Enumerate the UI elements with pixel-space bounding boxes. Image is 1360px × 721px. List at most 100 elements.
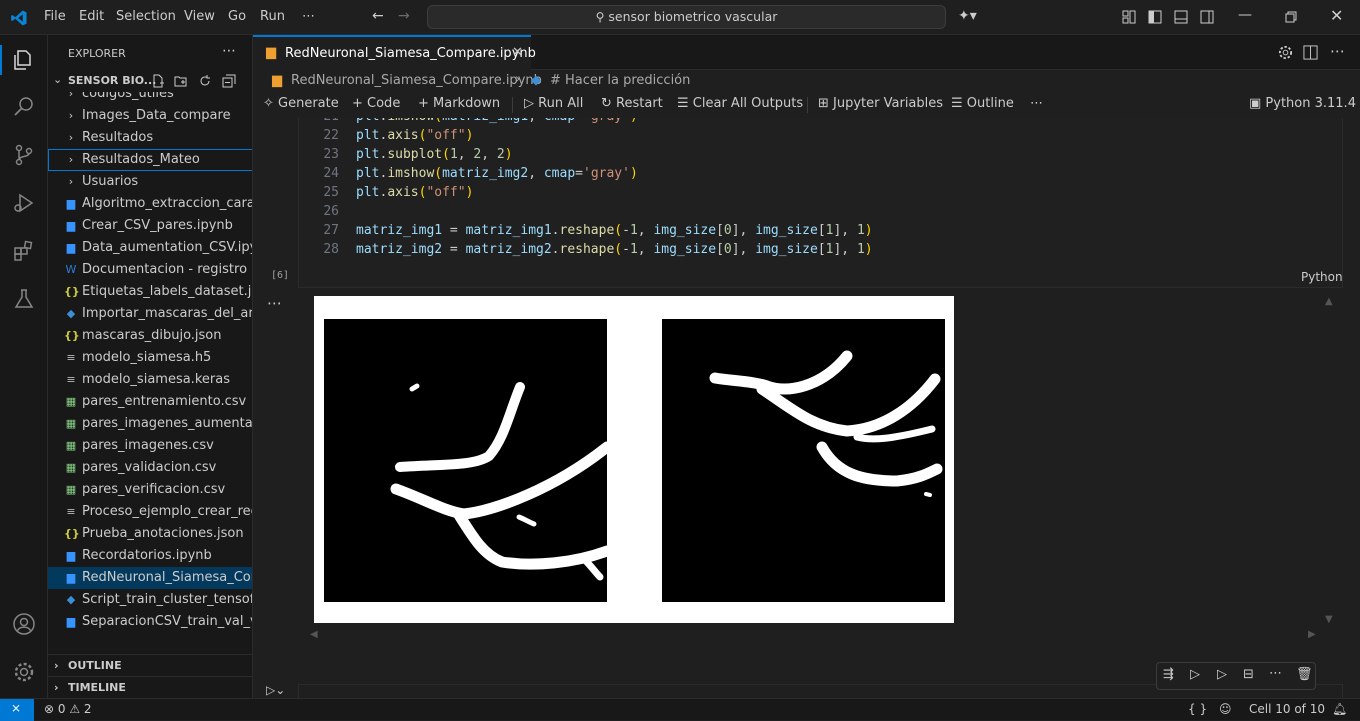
breadcrumb-section[interactable]: # Hacer la predicción (550, 73, 690, 88)
more-actions-icon[interactable]: ⋯ (222, 43, 236, 59)
tree-file[interactable]: ▆ Recordatorios.ipynb (48, 545, 252, 567)
copilot-status-icon[interactable]: ☺ (1219, 702, 1232, 716)
tree-folder-resultados-mateo[interactable]: › Resultados_Mateo (48, 149, 252, 171)
generate-button[interactable]: ✧ Generate (263, 96, 339, 111)
editor-more-icon[interactable]: ⋯ (1330, 42, 1345, 60)
delete-cell-icon[interactable]: 🗑 (1296, 667, 1313, 682)
close-window-icon[interactable]: ✕ (1330, 6, 1343, 25)
new-folder-icon[interactable] (174, 74, 188, 88)
toggle-panel-icon[interactable] (1174, 10, 1188, 24)
tree-file[interactable]: ≡ modelo_siamesa.h5 (48, 347, 252, 369)
tree-folder-resultados[interactable]: › Resultados (48, 127, 252, 149)
source-control-icon[interactable] (12, 143, 36, 167)
menu-selection[interactable]: Selection (116, 9, 176, 24)
close-tab-icon[interactable]: ✕ (512, 45, 523, 60)
notifications-bell-icon[interactable]: 🔔︎ (1332, 702, 1347, 716)
tree-file[interactable]: ≡ Proceso_ejemplo_crear_red... (48, 501, 252, 523)
extensions-icon[interactable] (12, 239, 36, 263)
kernel-picker[interactable]: ▣ Python 3.11.4 (1249, 96, 1356, 111)
tree-file[interactable]: ▦ pares_verificacion.csv (48, 479, 252, 501)
scroll-down-icon[interactable]: ▼ (1325, 614, 1333, 625)
minimize-icon[interactable]: — (1238, 7, 1252, 23)
tree-file[interactable]: ≡ modelo_siamesa.keras (48, 369, 252, 391)
remote-indicator[interactable]: ⨯ (0, 699, 34, 721)
menu-view[interactable]: View (184, 9, 215, 24)
tree-file[interactable]: ▆Algoritmo_extraccion_carac... (48, 193, 252, 215)
breadcrumb-file[interactable]: RedNeuronal_Siamesa_Compare.ipynb (291, 73, 542, 88)
tree-file[interactable]: ▆Data_aumentation_CSV.ipynb (48, 237, 252, 259)
toolbar-more-icon[interactable]: ⋯ (1030, 96, 1043, 111)
tree-file[interactable]: ▆ Crear_CSV_pares.ipynb (48, 215, 252, 237)
search-activity-icon[interactable] (12, 95, 36, 119)
forward-arrow-icon[interactable]: → (398, 8, 410, 24)
menu-file[interactable]: File (44, 9, 66, 24)
tree-file[interactable]: ◆Script_train_cluster_tensoflo... (48, 589, 252, 611)
split-editor-icon[interactable] (1303, 45, 1318, 60)
tree-file[interactable]: {} mascaras_dibujo.json (48, 325, 252, 347)
language-braces[interactable]: { } (1188, 702, 1207, 716)
tree-folder-codigos-utiles[interactable]: › codigos_utiles (48, 92, 252, 105)
tree-file[interactable]: ◆Importar_mascaras_del_arc... (48, 303, 252, 325)
scroll-left-icon[interactable]: ◀ (310, 629, 318, 640)
notebook-settings-gear-icon[interactable] (1278, 45, 1293, 60)
restore-icon[interactable] (1285, 11, 1297, 23)
testing-flask-icon[interactable] (12, 287, 36, 311)
toggle-secondary-sidebar-icon[interactable] (1200, 10, 1214, 24)
outline-section-header[interactable]: › OUTLINE (48, 654, 252, 676)
add-code-cell-button[interactable]: + Code (352, 96, 400, 111)
menu-go[interactable]: Go (228, 9, 246, 24)
back-arrow-icon[interactable]: ← (372, 8, 384, 24)
execute-above-icon[interactable]: ▷ (1190, 667, 1200, 682)
tree-file[interactable]: ▦pares_imagenes_aumentad... (48, 413, 252, 435)
tree-file[interactable]: ▦ pares_entrenamiento.csv (48, 391, 252, 413)
explorer-icon[interactable] (12, 48, 36, 72)
outline-button[interactable]: ☰ Outline (951, 96, 1014, 111)
tree-folder-images-data-compare[interactable]: › Images_Data_compare (48, 105, 252, 127)
jupyter-variables-button[interactable]: ⊞ Jupyter Variables (818, 96, 943, 111)
tree-file[interactable]: ▆SeparacionCSV_train_val_ve... (48, 611, 252, 633)
collapse-all-icon[interactable] (222, 74, 236, 88)
tree-file[interactable]: {} Prueba_anotaciones.json (48, 523, 252, 545)
code-cell[interactable]: 21plt.imshow(matriz_img1, cmap='gray') 2… (298, 118, 1343, 288)
restart-button[interactable]: ↻ Restart (601, 96, 663, 111)
active-indicator (0, 45, 2, 75)
new-file-icon[interactable] (151, 74, 165, 88)
refresh-icon[interactable] (198, 74, 212, 88)
output-more-icon[interactable]: ⋯ (267, 294, 282, 312)
command-center-search[interactable]: ⚲ sensor biometrico vascular (427, 5, 946, 29)
cell-position[interactable]: Cell 10 of 10 (1249, 702, 1325, 716)
json-file-icon: {} (64, 329, 80, 342)
menu-run[interactable]: Run (260, 9, 285, 24)
tree-folder-usuarios[interactable]: › Usuarios (48, 171, 252, 193)
cell-more-icon[interactable]: ⋯ (1269, 666, 1282, 681)
menu-edit[interactable]: Edit (79, 9, 104, 24)
scroll-up-icon[interactable]: ▲ (1325, 296, 1333, 307)
tree-file[interactable]: {}Etiquetas_labels_dataset.json (48, 281, 252, 303)
add-markdown-cell-button[interactable]: + Markdown (418, 96, 500, 111)
sparkle-icon: ✧ (263, 96, 279, 111)
settings-gear-icon[interactable] (12, 660, 36, 684)
problems-indicator[interactable]: ⊗ 0 ⚠ 2 (44, 702, 92, 716)
accounts-icon[interactable] (12, 612, 36, 636)
clear-outputs-button[interactable]: ☰ Clear All Outputs (677, 96, 803, 111)
run-by-line-icon[interactable]: ⇶ (1163, 667, 1174, 682)
run-all-button[interactable]: ▷ Run All (524, 96, 583, 111)
tree-file[interactable]: ▦ pares_imagenes.csv (48, 435, 252, 457)
execute-below-icon[interactable]: ▷ (1217, 667, 1227, 682)
workspace-folder-header[interactable]: ⌄ SENSOR BIO... (48, 70, 252, 92)
copilot-icon[interactable]: ✦▾ (958, 8, 977, 24)
split-cell-icon[interactable]: ⊟ (1243, 667, 1254, 682)
tree-file[interactable]: W Documentacion - registro r... (48, 259, 252, 281)
menu-more[interactable]: ⋯ (302, 9, 315, 24)
tree-file[interactable]: ▦ pares_validacion.csv (48, 457, 252, 479)
notebook-file-icon: ▆ (66, 241, 76, 254)
customize-layout-icon[interactable] (1122, 10, 1136, 24)
timeline-section-header[interactable]: › TIMELINE (48, 676, 252, 698)
run-cell-icon[interactable]: ▷⌄ (266, 683, 285, 697)
run-debug-icon[interactable] (12, 191, 36, 215)
toggle-sidebar-icon[interactable] (1148, 10, 1162, 24)
tab-notebook[interactable]: ▆ RedNeuronal_Siamesa_Compare.ipynb ✕ (253, 35, 536, 70)
cell-language-label[interactable]: Python (1301, 270, 1343, 284)
scroll-right-icon[interactable]: ▶ (1308, 629, 1316, 640)
tree-file-selected[interactable]: ▆RedNeuronal_Siamesa_Com... (48, 567, 252, 589)
